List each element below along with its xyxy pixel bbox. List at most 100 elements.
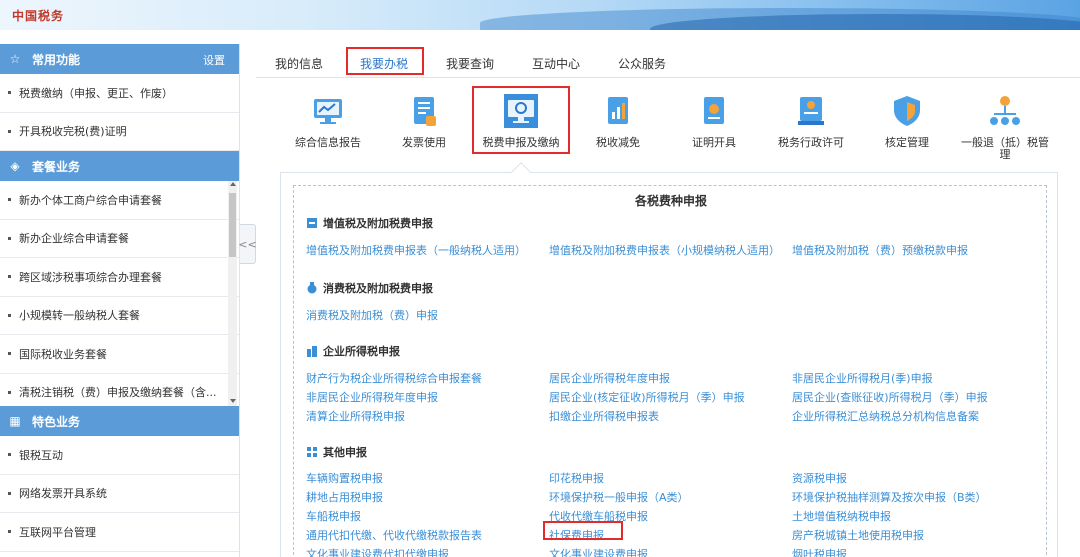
link-consumption[interactable]: 消费税及附加税（费）申报 [306, 307, 438, 323]
bullet-icon [8, 91, 11, 95]
sidebar-item[interactable]: 银税互动 [0, 436, 239, 475]
settings-link[interactable]: 设置 [203, 52, 225, 68]
func-refund[interactable]: 一般退（抵）税管理 [959, 94, 1051, 161]
star-icon: ☆ [9, 52, 21, 66]
site-logo[interactable]: 中国税务 [12, 7, 64, 24]
top-banner: 中国税务 [0, 0, 1080, 30]
link-other[interactable]: 车船税申报 [306, 508, 361, 524]
link-corp[interactable]: 清算企业所得税申报 [306, 408, 405, 424]
link-corp[interactable]: 居民企业(查账征收)所得税月（季）申报 [792, 389, 988, 405]
bag-icon [307, 282, 317, 294]
bullet-icon [8, 129, 11, 133]
bullet-icon [8, 352, 11, 356]
highlight-box [472, 86, 570, 154]
section-package: ◈ 套餐业务 [0, 151, 239, 181]
sidebar-item[interactable]: 国际税收业务套餐 [0, 335, 239, 374]
section-common: ☆ 常用功能 设置 [0, 44, 239, 74]
scroll-up-icon[interactable] [230, 182, 236, 186]
report-icon [314, 99, 342, 124]
section-title: 常用功能 [32, 52, 81, 67]
tab-query[interactable]: 我要查询 [446, 55, 494, 72]
section-special: ▦ 特色业务 [0, 406, 239, 436]
func-license[interactable]: 税务行政许可 [765, 94, 857, 149]
link-corp[interactable]: 居民企业(核定征收)所得税月（季）申报 [549, 389, 745, 405]
category-other: 其他申报 [306, 444, 367, 460]
license-icon [798, 97, 824, 125]
link-other[interactable]: 文化事业建设费代扣代缴申报 [306, 546, 449, 557]
bullet-icon [8, 313, 11, 317]
bullet-icon [8, 491, 11, 495]
sidebar-collapse-button[interactable]: << [238, 224, 257, 264]
sidebar-item[interactable]: 新办个体工商户综合申请套餐 [0, 181, 239, 220]
link-corp[interactable]: 居民企业所得税年度申报 [549, 370, 670, 386]
link-other[interactable]: 车辆购置税申报 [306, 470, 383, 486]
main-content: 我的信息 我要办税 我要查询 互动中心 公众服务 综合信息报告 发票使用 税费申… [256, 44, 1080, 557]
sidebar-item[interactable]: 互联网平台管理 [0, 513, 239, 552]
link-other[interactable]: 环境保护税一般申报（A类） [549, 489, 689, 505]
package-scrollbar[interactable] [228, 181, 237, 406]
panel-title: 各税费种申报 [634, 194, 707, 208]
link-other[interactable]: 印花税申报 [549, 470, 604, 486]
link-vat-general[interactable]: 增值税及附加税费申报表（一般纳税人适用） [306, 242, 526, 258]
highlight-box [543, 521, 623, 540]
func-assessment[interactable]: 核定管理 [861, 94, 953, 149]
link-vat-small[interactable]: 增值税及附加税费申报表（小规模纳税人适用） [549, 242, 780, 258]
tab-interaction[interactable]: 互动中心 [532, 55, 580, 72]
link-other[interactable]: 烟叶税申报 [792, 546, 847, 557]
link-other[interactable]: 房产税城镇土地使用税申报 [792, 527, 924, 543]
link-corp[interactable]: 非居民企业所得税年度申报 [306, 389, 438, 405]
scroll-down-icon[interactable] [230, 399, 236, 403]
tax-relief-icon [608, 97, 628, 124]
tab-bar: 我的信息 我要办税 我要查询 互动中心 公众服务 [256, 44, 1080, 78]
bullet-icon [8, 236, 11, 240]
link-other[interactable]: 文化事业建设费申报 [549, 546, 648, 557]
func-tax-relief[interactable]: 税收减免 [572, 94, 664, 149]
bullet-icon [8, 275, 11, 279]
category-consumption: 消费税及附加税费申报 [306, 280, 433, 296]
link-corp[interactable]: 非居民企业所得税月(季)申报 [792, 370, 933, 386]
link-other[interactable]: 环境保护税抽样测算及按次申报（B类） [792, 489, 987, 505]
func-certificate[interactable]: 证明开具 [668, 94, 760, 149]
sidebar-item[interactable]: 清税注销税（费）申报及缴纳套餐（含... [0, 374, 239, 407]
shield-icon [894, 96, 920, 126]
layers-icon: ◈ [10, 159, 20, 173]
invoice-icon [414, 97, 436, 126]
sidebar-item[interactable]: 税费缴纳（申报、更正、作废） [0, 74, 239, 113]
building-icon [307, 346, 317, 357]
link-other[interactable]: 土地增值税纳税申报 [792, 508, 891, 524]
category-vat: 增值税及附加税费申报 [306, 215, 433, 231]
func-invoice[interactable]: 发票使用 [378, 94, 470, 149]
link-other[interactable]: 资源税申报 [792, 470, 847, 486]
declare-panel-inner: 各税费种申报 增值税及附加税费申报 增值税及附加税费申报表（一般纳税人适用） 增… [293, 185, 1047, 557]
apps-icon [307, 447, 317, 457]
package-list: 新办个体工商户综合申请套餐 新办企业综合申请套餐 跨区域涉税事项综合办理套餐 小… [0, 181, 239, 406]
link-corp[interactable]: 扣缴企业所得税申报表 [549, 408, 659, 424]
func-report[interactable]: 综合信息报告 [282, 94, 374, 149]
link-corp[interactable]: 财产行为税企业所得税综合申报套餐 [306, 370, 482, 386]
sidebar-item[interactable]: 小规模转一般纳税人套餐 [0, 297, 239, 335]
bullet-icon [8, 453, 11, 457]
edit-icon [307, 218, 317, 228]
link-other[interactable]: 通用代扣代缴、代收代缴税款报告表 [306, 527, 482, 543]
scroll-thumb[interactable] [229, 193, 236, 257]
bullet-icon [8, 530, 11, 534]
bullet-icon [8, 390, 11, 394]
tab-public-service[interactable]: 公众服务 [618, 55, 666, 72]
link-corp[interactable]: 企业所得税汇总纳税总分机构信息备案 [792, 408, 979, 424]
link-other[interactable]: 耕地占用税申报 [306, 489, 383, 505]
sidebar-item[interactable]: 新办企业综合申请套餐 [0, 220, 239, 258]
section-title: 特色业务 [32, 414, 81, 429]
sidebar: ☆ 常用功能 设置 税费缴纳（申报、更正、作废） 开具税收完税(费)证明 ◈ 套… [0, 44, 240, 557]
highlight-box [346, 47, 424, 75]
bullet-icon [8, 198, 11, 202]
certificate-icon [704, 97, 724, 124]
section-title: 套餐业务 [32, 159, 81, 174]
refund-icon [990, 96, 1020, 125]
sidebar-item[interactable]: 开具税收完税(费)证明 [0, 113, 239, 151]
link-vat-prepay[interactable]: 增值税及附加税（费）预缴税款申报 [792, 242, 968, 258]
sidebar-item[interactable]: 网络发票开具系统 [0, 475, 239, 513]
sidebar-item[interactable]: 跨区域涉税事项综合办理套餐 [0, 258, 239, 297]
declare-panel: 各税费种申报 增值税及附加税费申报 增值税及附加税费申报表（一般纳税人适用） 增… [280, 172, 1058, 557]
tab-my-info[interactable]: 我的信息 [275, 55, 323, 72]
grid-icon: ▦ [9, 414, 21, 428]
